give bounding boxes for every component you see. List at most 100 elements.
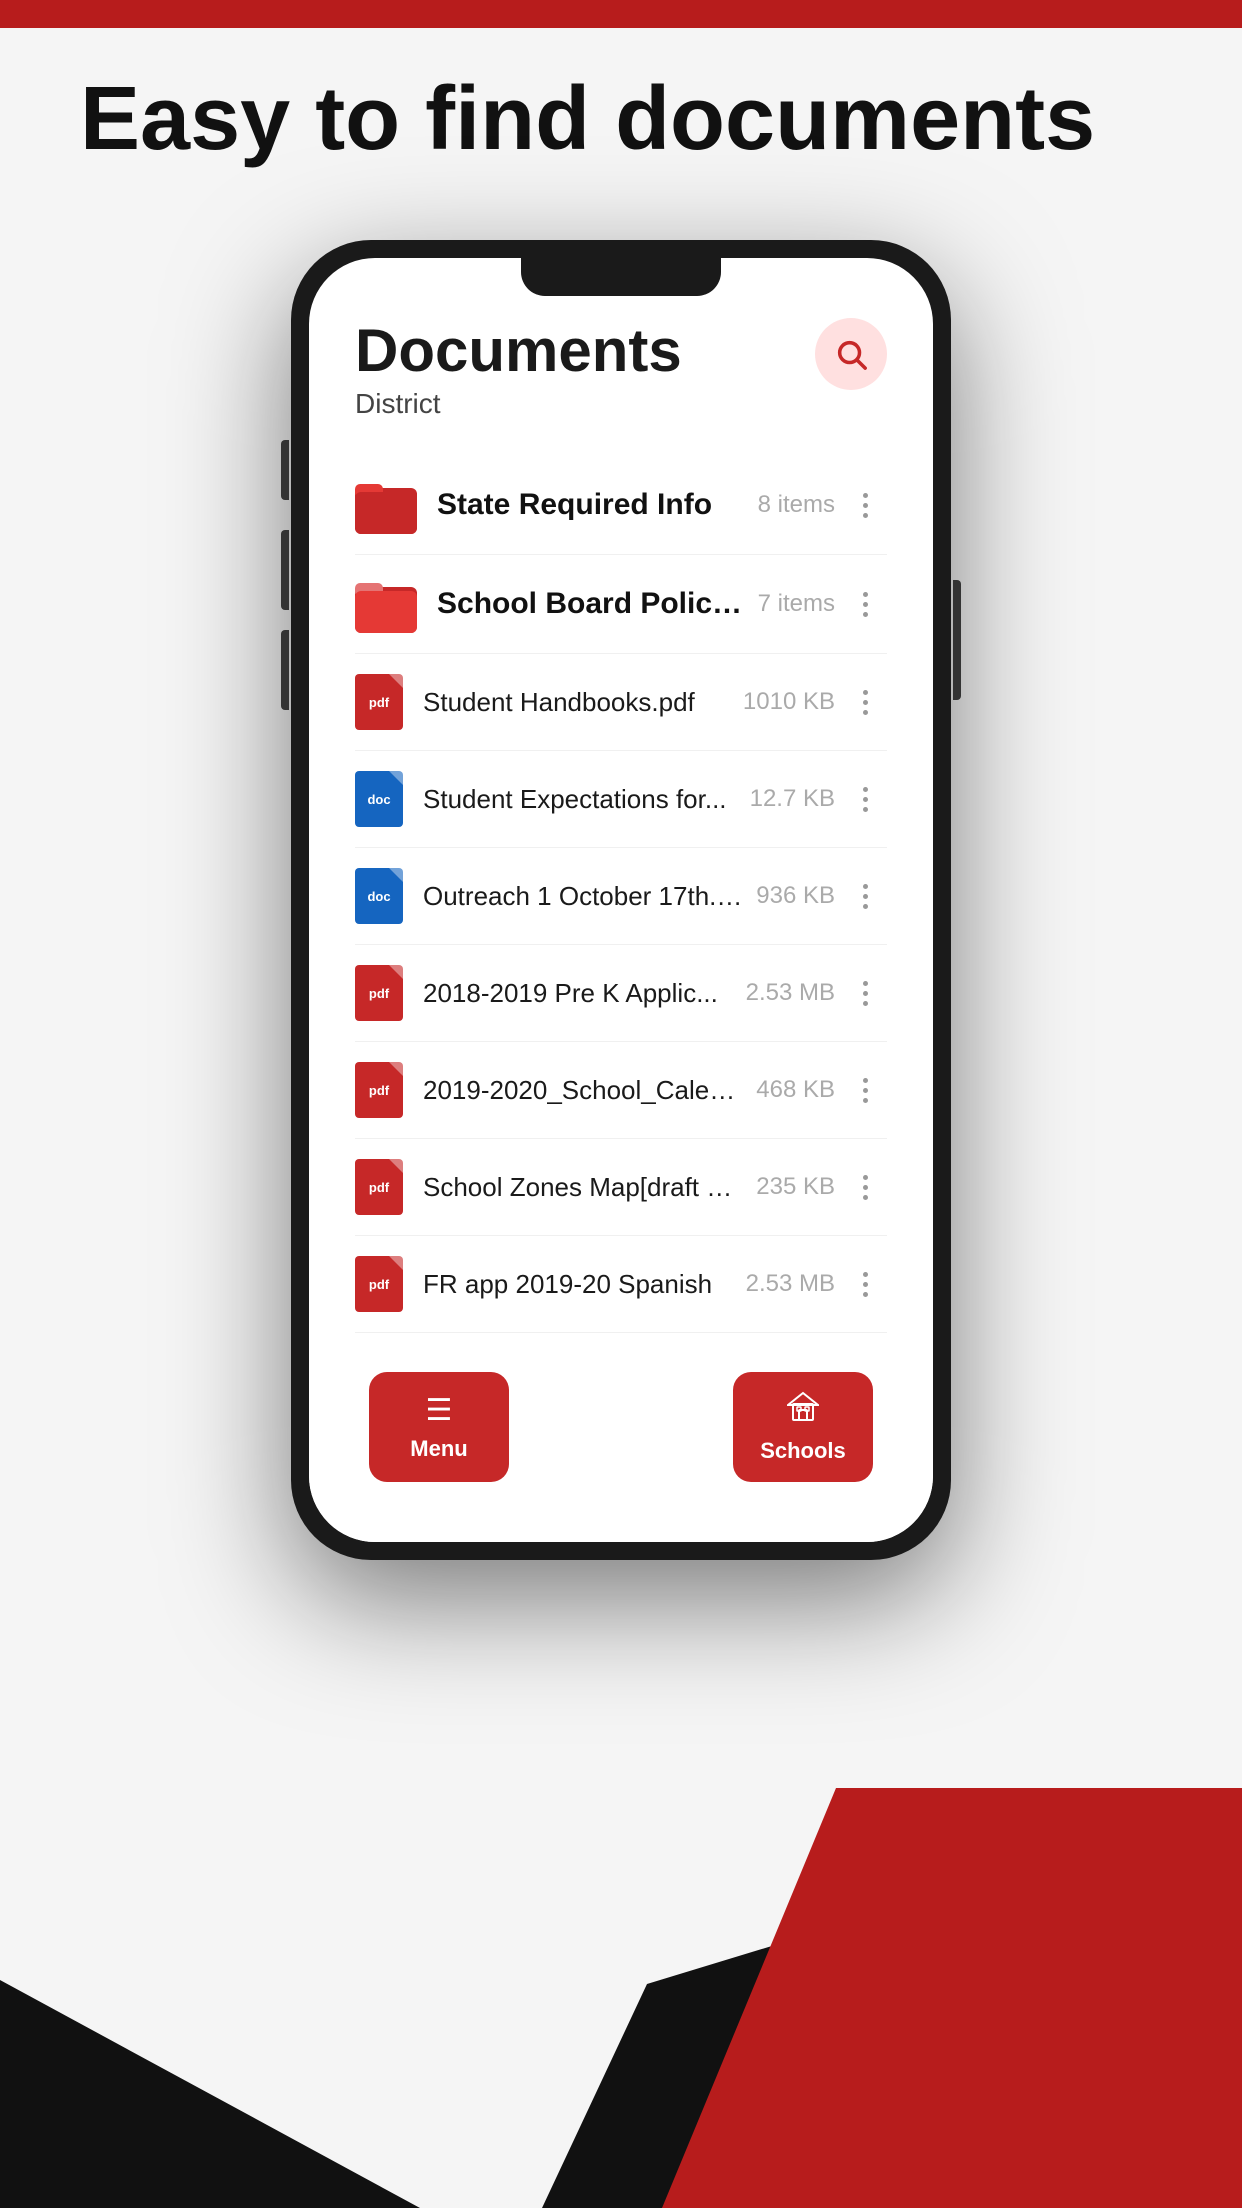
item-text: FR app 2019-20 Spanish	[423, 1269, 734, 1300]
dot	[863, 1175, 868, 1180]
more-button[interactable]	[843, 582, 887, 626]
schools-label: Schools	[760, 1438, 846, 1464]
more-button[interactable]	[843, 483, 887, 527]
item-text: Outreach 1 October 17th.doc	[423, 881, 744, 912]
list-item[interactable]: School Board Policies 7 items	[355, 555, 887, 654]
item-meta: 235 KB	[756, 1173, 835, 1201]
more-button[interactable]	[843, 874, 887, 918]
more-button[interactable]	[843, 680, 887, 724]
dot	[863, 592, 868, 597]
dot	[863, 894, 868, 899]
list-item[interactable]: pdf Frequently Asked Questions... 468 KB	[355, 1333, 887, 1348]
item-text: Student Expectations for...	[423, 784, 738, 815]
bg-decoration-left	[0, 1828, 420, 2208]
dot	[863, 1185, 868, 1190]
more-button[interactable]	[843, 1262, 887, 1306]
dot	[863, 513, 868, 518]
item-text: 2018-2019 Pre K Applic...	[423, 978, 734, 1009]
item-text: School Zones Map[draft 2]...	[423, 1172, 744, 1203]
file-type-label: pdf	[369, 1083, 389, 1098]
file-icon-corner	[389, 965, 403, 979]
item-name: 2019-2020_School_Calenda...	[423, 1075, 744, 1106]
file-icon-corner	[389, 674, 403, 688]
schools-button[interactable]: Schools	[733, 1372, 873, 1482]
item-meta: 2.53 MB	[746, 1270, 835, 1298]
list-item[interactable]: pdf 2019-2020_School_Calenda... 468 KB	[355, 1042, 887, 1139]
item-text: School Board Policies	[437, 587, 746, 621]
menu-button[interactable]: ☰ Menu	[369, 1372, 509, 1482]
more-button[interactable]	[843, 777, 887, 821]
dot	[863, 710, 868, 715]
file-type-label: pdf	[369, 1277, 389, 1292]
dot	[863, 991, 868, 996]
menu-label: Menu	[410, 1436, 467, 1462]
schools-icon	[787, 1390, 819, 1430]
search-button[interactable]	[815, 318, 887, 390]
file-type-label: pdf	[369, 986, 389, 1001]
folder-icon	[355, 575, 417, 633]
more-button[interactable]	[843, 1165, 887, 1209]
dot	[863, 1195, 868, 1200]
file-icon: doc	[355, 868, 403, 924]
dot	[863, 787, 868, 792]
phone-notch	[521, 258, 721, 296]
side-button-power	[953, 580, 961, 700]
item-name: School Zones Map[draft 2]...	[423, 1172, 744, 1203]
file-icon-corner	[389, 868, 403, 882]
side-button-mute	[281, 440, 289, 500]
list-item[interactable]: pdf 2018-2019 Pre K Applic... 2.53 MB	[355, 945, 887, 1042]
item-name: State Required Info	[437, 488, 746, 522]
dot	[863, 884, 868, 889]
dot	[863, 904, 868, 909]
item-name: Student Handbooks.pdf	[423, 687, 731, 718]
dot	[863, 700, 868, 705]
item-text: Student Handbooks.pdf	[423, 687, 731, 718]
dot	[863, 1078, 868, 1083]
item-name: School Board Policies	[437, 587, 746, 621]
item-name: FR app 2019-20 Spanish	[423, 1269, 734, 1300]
screen-title: Documents	[355, 318, 682, 384]
file-icon-corner	[389, 771, 403, 785]
more-button[interactable]	[843, 971, 887, 1015]
file-icon: pdf	[355, 965, 403, 1021]
dot	[863, 797, 868, 802]
list-item[interactable]: pdf Student Handbooks.pdf 1010 KB	[355, 654, 887, 751]
file-type-label: doc	[367, 792, 390, 807]
more-button[interactable]	[843, 1068, 887, 1112]
list-item[interactable]: doc Student Expectations for... 12.7 KB	[355, 751, 887, 848]
list-item[interactable]: State Required Info 8 items	[355, 456, 887, 555]
screen-content: Documents District	[309, 258, 933, 1348]
file-type-label: pdf	[369, 695, 389, 710]
item-name: 2018-2019 Pre K Applic...	[423, 978, 734, 1009]
file-icon-corner	[389, 1159, 403, 1173]
list-item[interactable]: pdf FR app 2019-20 Spanish 2.53 MB	[355, 1236, 887, 1333]
bottom-nav: ☰ Menu Schools	[309, 1348, 933, 1542]
dot	[863, 602, 868, 607]
side-button-vol-up	[281, 530, 289, 610]
top-bar	[0, 0, 1242, 28]
phone-mockup: Documents District	[291, 240, 951, 1560]
search-icon	[834, 337, 868, 371]
file-icon: pdf	[355, 1256, 403, 1312]
dot	[863, 493, 868, 498]
file-icon: pdf	[355, 1159, 403, 1215]
dot	[863, 612, 868, 617]
item-meta: 7 items	[758, 590, 835, 618]
side-button-vol-down	[281, 630, 289, 710]
folder-icon	[355, 476, 417, 534]
file-icon: pdf	[355, 1062, 403, 1118]
bg-decoration-right	[662, 1788, 1242, 2208]
file-icon: doc	[355, 771, 403, 827]
menu-icon: ☰	[426, 1393, 453, 1428]
list-item[interactable]: pdf School Zones Map[draft 2]... 235 KB	[355, 1139, 887, 1236]
file-icon-corner	[389, 1256, 403, 1270]
phone-screen: Documents District	[309, 258, 933, 1542]
dot	[863, 690, 868, 695]
list-item[interactable]: doc Outreach 1 October 17th.doc 936 KB	[355, 848, 887, 945]
item-meta: 936 KB	[756, 882, 835, 910]
item-meta: 468 KB	[756, 1076, 835, 1104]
dot	[863, 1001, 868, 1006]
file-list: pdf Student Handbooks.pdf 1010 KB doc St…	[355, 654, 887, 1348]
file-type-label: pdf	[369, 1180, 389, 1195]
item-meta: 1010 KB	[743, 688, 835, 716]
